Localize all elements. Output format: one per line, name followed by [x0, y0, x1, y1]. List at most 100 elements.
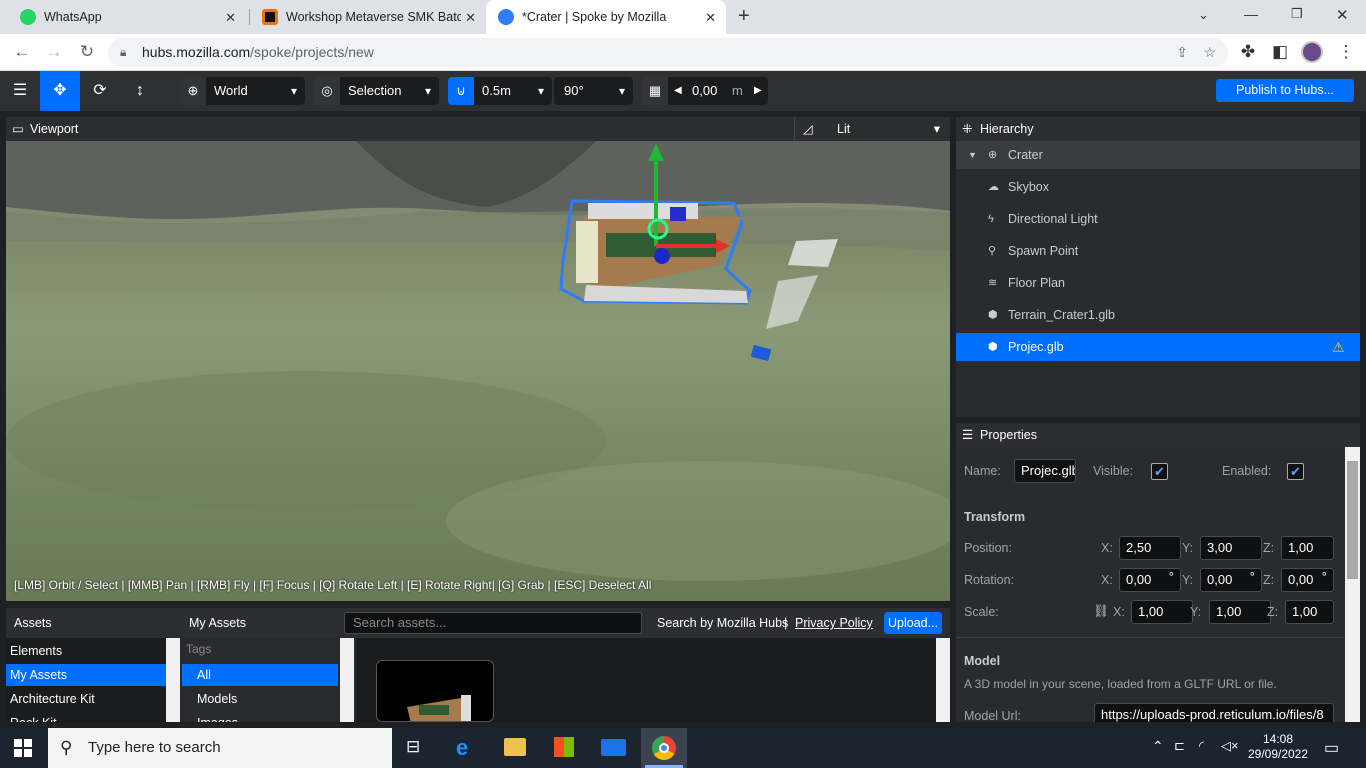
grid-height-value[interactable]: 0,00 — [692, 77, 717, 105]
menu-dots-icon[interactable]: ⋮ — [1334, 40, 1358, 64]
store-icon[interactable] — [554, 737, 574, 757]
task-view-icon[interactable]: ⊟ — [406, 737, 420, 757]
file-explorer-icon[interactable] — [504, 738, 526, 756]
close-icon[interactable]: ✕ — [225, 10, 236, 26]
edge-icon[interactable]: e — [456, 735, 468, 761]
scale-tool-icon[interactable]: ↕ — [120, 71, 160, 111]
visible-checkbox[interactable]: ✔ — [1151, 463, 1168, 480]
position-y-input[interactable]: 3,00 — [1200, 536, 1262, 560]
magnet-icon[interactable]: ⊍ — [448, 77, 474, 105]
extensions-icon[interactable]: ✤ — [1236, 40, 1260, 64]
url-field[interactable]: 🔒︎ hubs.mozilla.com/spoke/projects/new ⇪… — [108, 38, 1228, 67]
network-icon[interactable]: ⊏ — [1174, 738, 1185, 754]
source-item-my-assets[interactable]: My Assets — [6, 664, 166, 686]
back-icon[interactable]: ← — [10, 40, 34, 64]
side-panel-icon[interactable]: ◧ — [1268, 40, 1292, 64]
grid-height-control[interactable]: ▦ ◀ 0,00 m ▶ — [642, 77, 768, 105]
hierarchy-root[interactable]: ▼ ⊕ Crater — [956, 141, 1360, 169]
source-item-elements[interactable]: Elements — [6, 640, 166, 662]
tag-list: Tags All Models Images — [182, 638, 354, 722]
position-x-input[interactable]: 2,50 — [1119, 536, 1181, 560]
visible-label: Visible: — [1093, 464, 1134, 478]
rotate-tool-icon[interactable]: ⟳ — [80, 71, 120, 111]
asset-scrollbar[interactable] — [936, 638, 950, 722]
avatar[interactable] — [1301, 41, 1323, 63]
assets-title: Assets — [14, 616, 52, 630]
tag-scrollbar[interactable] — [340, 638, 354, 722]
translate-tool-icon[interactable]: ✥ — [40, 71, 80, 111]
notification-icon[interactable]: ▭ — [1324, 738, 1339, 758]
mail-icon[interactable] — [601, 739, 626, 756]
tab-search-icon[interactable]: ⌄ — [1198, 7, 1209, 23]
menu-icon[interactable]: ☰ — [0, 71, 40, 111]
upload-button[interactable]: Upload... — [884, 612, 942, 634]
source-item-architecture-kit[interactable]: Architecture Kit — [6, 688, 166, 710]
scale-z-input[interactable]: 1,00 — [1285, 600, 1334, 624]
close-icon[interactable]: ✕ — [465, 10, 476, 26]
tag-item-all[interactable]: All — [182, 664, 338, 686]
privacy-policy-link[interactable]: Privacy Policy — [795, 616, 873, 630]
show-hidden-icons[interactable]: ⌃ — [1152, 738, 1164, 755]
source-item-rock-kit[interactable]: Rock Kit — [6, 712, 166, 722]
chrome-taskbar-item[interactable] — [641, 728, 687, 768]
viewport-canvas[interactable]: [LMB] Orbit / Select | [MMB] Pan | [RMB]… — [6, 141, 950, 601]
tag-item-images[interactable]: Images — [182, 712, 338, 722]
publish-button[interactable]: Publish to Hubs... — [1216, 79, 1354, 102]
volume-muted-icon[interactable]: ◁× — [1221, 738, 1239, 754]
caret-down-icon[interactable]: ▼ — [968, 141, 977, 169]
restore-icon[interactable]: ❐ — [1291, 6, 1303, 22]
asset-thumbnail[interactable] — [376, 660, 494, 722]
rotation-label: Rotation: — [964, 573, 1015, 587]
enabled-checkbox[interactable]: ✔ — [1287, 463, 1304, 480]
hierarchy-item-floor-plan[interactable]: ≋ Floor Plan — [956, 269, 1360, 297]
asset-search-input[interactable]: Search assets... — [344, 612, 642, 634]
minimize-icon[interactable]: — — [1244, 6, 1258, 22]
clock[interactable]: 14:08 29/09/2022 — [1246, 732, 1310, 762]
tag-item-models[interactable]: Models — [182, 688, 338, 710]
hierarchy-item-terrain[interactable]: ⬢ Terrain_Crater1.glb — [956, 301, 1360, 329]
close-icon[interactable]: ✕ — [705, 10, 716, 26]
tab-spoke[interactable]: *Crater | Spoke by Mozilla ✕ — [486, 0, 726, 34]
close-window-icon[interactable]: ✕ — [1336, 6, 1349, 24]
render-mode-select[interactable]: ◿ Lit ▾ — [794, 117, 950, 141]
snap-distance-value: 0.5m — [482, 83, 511, 98]
properties-scrollbar[interactable] — [1345, 447, 1360, 722]
position-z-input[interactable]: 1,00 — [1281, 536, 1334, 560]
rotation-x-input[interactable]: 0,00 ° — [1119, 568, 1181, 592]
rotation-z-input[interactable]: 0,00 ° — [1281, 568, 1334, 592]
scene-render[interactable] — [6, 141, 950, 601]
link-icon[interactable]: ⛓ — [1093, 604, 1109, 619]
transform-pivot-select[interactable]: ◎ Selection ▾ — [314, 77, 439, 105]
decrease-icon[interactable]: ◀ — [674, 77, 682, 105]
gizmo-z-handle[interactable] — [654, 248, 670, 264]
forward-icon[interactable]: → — [42, 40, 66, 64]
bookmark-star-icon[interactable]: ☆ — [1203, 38, 1216, 67]
new-tab-icon[interactable]: + — [738, 5, 750, 28]
windows-start-icon[interactable] — [14, 739, 32, 757]
snap-angle-select[interactable]: 90° ▾ — [554, 77, 633, 105]
hierarchy-item-spawn-point[interactable]: ⚲ Spawn Point — [956, 237, 1360, 265]
gizmo-plane-handle[interactable] — [670, 207, 686, 221]
transform-space-select[interactable]: ⊕ World ▾ — [180, 77, 305, 105]
hierarchy-item-directional-light[interactable]: ϟ Directional Light — [956, 205, 1360, 233]
model-url-input[interactable]: https://uploads-prod.reticulum.io/files/… — [1094, 703, 1334, 722]
snap-distance-select[interactable]: ⊍ 0.5m ▾ — [448, 77, 552, 105]
taskbar-search-box[interactable]: ⚲ Type here to search — [48, 728, 392, 768]
reload-icon[interactable]: ↻ — [75, 40, 99, 64]
hierarchy-item-projec[interactable]: ⬢ Projec.glb ⚠ — [956, 333, 1360, 361]
share-icon[interactable]: ⇪ — [1176, 38, 1188, 67]
scrollbar-thumb[interactable] — [1347, 461, 1358, 579]
warning-icon[interactable]: ⚠ — [1332, 333, 1345, 361]
address-bar-row: ← → ↻ 🔒︎ hubs.mozilla.com/spoke/projects… — [0, 34, 1366, 71]
tab-whatsapp[interactable]: WhatsApp ✕ — [8, 0, 246, 34]
source-scrollbar[interactable] — [166, 638, 180, 722]
name-input[interactable]: Projec.glb — [1014, 459, 1076, 483]
wifi-icon[interactable]: ◜ — [1199, 738, 1204, 754]
scale-y-input[interactable]: 1,00 — [1209, 600, 1271, 624]
scale-x-input[interactable]: 1,00 — [1131, 600, 1193, 624]
increase-icon[interactable]: ▶ — [754, 77, 762, 105]
tab-workshop[interactable]: Workshop Metaverse SMK Batch ✕ — [250, 0, 486, 34]
rotation-y-input[interactable]: 0,00 ° — [1200, 568, 1262, 592]
ground-patch — [446, 461, 950, 581]
hierarchy-item-skybox[interactable]: ☁ Skybox — [956, 173, 1360, 201]
